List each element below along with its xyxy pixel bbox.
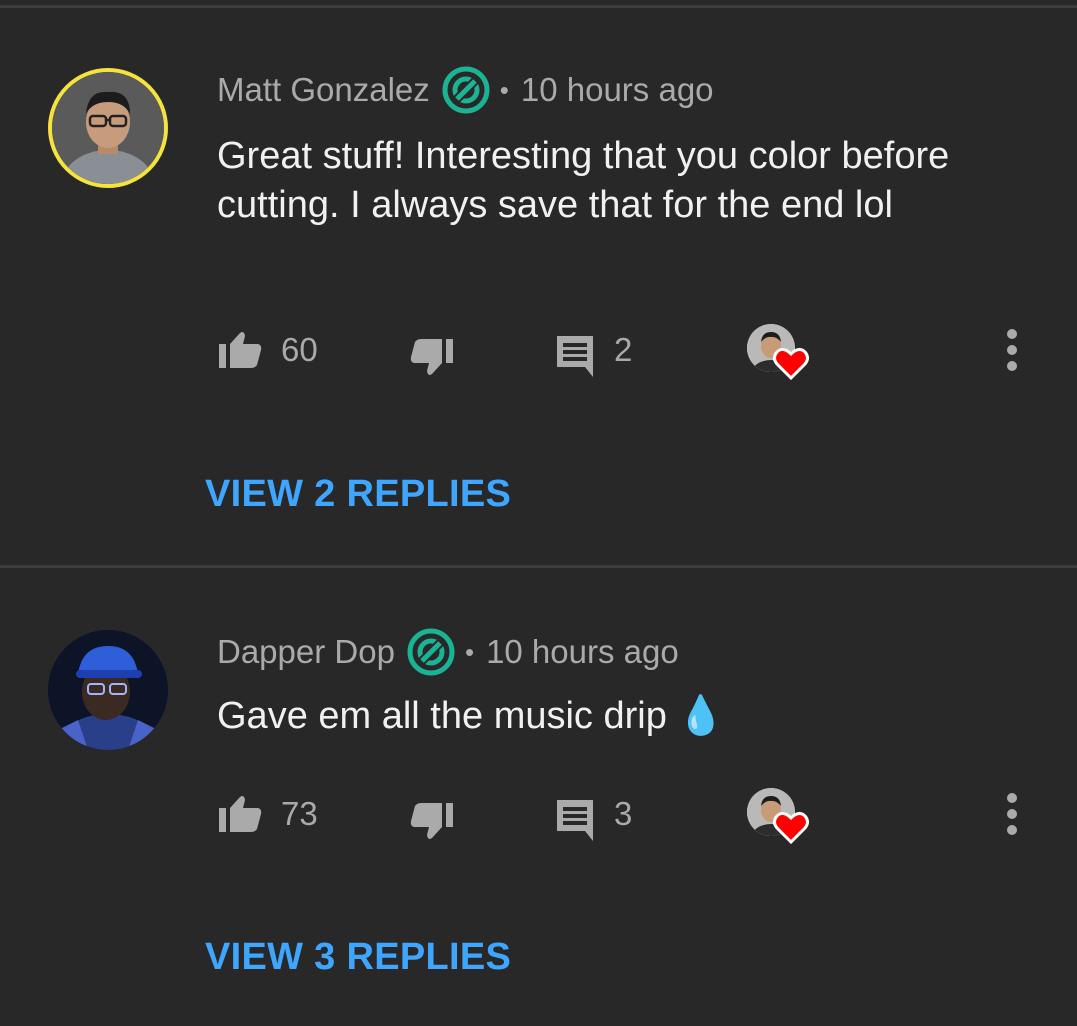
more-vertical-icon [1007, 329, 1017, 371]
avatar[interactable] [48, 68, 168, 188]
comment-divider [0, 565, 1077, 568]
avatar[interactable] [48, 630, 168, 750]
comment-icon [557, 336, 593, 377]
author-name[interactable]: Matt Gonzalez [217, 71, 430, 109]
top-divider [0, 5, 1077, 8]
more-options-button[interactable] [1005, 786, 1019, 842]
like-button[interactable]: 60 [217, 322, 318, 378]
thumbs-up-icon [219, 332, 262, 368]
creator-avatar [747, 786, 813, 844]
comment-time[interactable]: 10 hours ago [521, 71, 714, 109]
like-button[interactable]: 73 [217, 786, 318, 842]
comment-text: Great stuff! Interesting that you color … [217, 135, 950, 226]
thumbs-up-icon [219, 796, 262, 832]
comment-text: Gave em all the music drip 💧 [217, 695, 725, 737]
like-count: 60 [281, 331, 318, 368]
thumbs-down-icon [410, 803, 453, 839]
view-replies-button[interactable]: VIEW 3 REPLIES [205, 936, 511, 979]
meta-separator: • [464, 636, 475, 667]
more-vertical-icon [1007, 793, 1017, 835]
comment-actions: 73 3 [217, 786, 1047, 844]
creator-heart-icon [773, 347, 809, 380]
reply-button[interactable]: 2 [554, 322, 632, 378]
thumbs-down-icon [410, 339, 453, 375]
like-count: 73 [281, 795, 318, 832]
member-badge-icon[interactable] [405, 626, 457, 678]
meta-separator: • [499, 74, 509, 105]
comment-actions: 60 2 [217, 322, 1047, 380]
reply-count: 2 [614, 331, 633, 368]
comment-meta: Dapper Dop • 10 hours ago [217, 628, 679, 676]
author-name[interactable]: Dapper Dop [217, 633, 395, 671]
more-options-button[interactable] [1005, 322, 1019, 378]
creator-avatar [747, 322, 813, 380]
comments-page: Matt Gonzalez • 10 hours ago Great stuff… [0, 0, 1077, 1026]
comment-time[interactable]: 10 hours ago [486, 633, 679, 671]
dislike-button[interactable] [409, 786, 455, 842]
creator-heart-icon [773, 811, 809, 844]
creator-heart [747, 786, 813, 844]
member-badge-icon[interactable] [440, 64, 492, 116]
reply-count: 3 [614, 795, 633, 832]
comment-meta: Matt Gonzalez • 10 hours ago [217, 66, 714, 114]
avatar-image [48, 630, 168, 750]
creator-heart [747, 322, 813, 380]
view-replies-button[interactable]: VIEW 2 REPLIES [205, 473, 511, 516]
dislike-button[interactable] [409, 322, 455, 378]
avatar-image [52, 72, 164, 184]
comment-icon [557, 800, 593, 841]
reply-button[interactable]: 3 [554, 786, 632, 842]
